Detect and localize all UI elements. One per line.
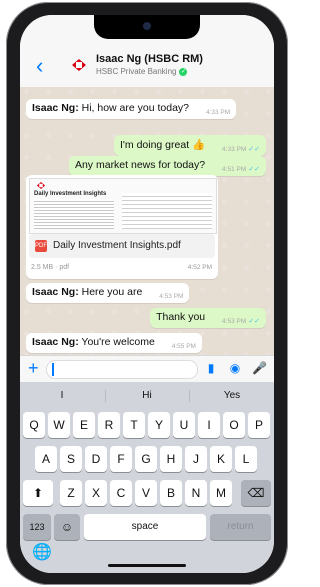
return-key[interactable]: return [210,514,271,540]
numbers-key[interactable]: 123 [23,514,51,540]
message-sender: Isaac Ng: [32,336,79,348]
key-x[interactable]: X [85,480,107,506]
message-sender: Isaac Ng: [32,102,79,114]
message-input-bar: + ▮ ◉ 🎤 [20,355,274,382]
shift-key[interactable]: ⬆ [23,480,53,506]
emoji-key[interactable]: ☺ [54,514,80,540]
key-b[interactable]: B [160,480,182,506]
backspace-key[interactable]: ⌫ [241,480,271,506]
message-sender: Isaac Ng: [32,286,79,298]
key-p[interactable]: P [248,412,270,438]
emoji-icon: ☺ [60,520,74,534]
shift-icon: ⬆ [32,486,44,500]
message-time: 4:33 PM [222,146,247,153]
key-h[interactable]: H [160,446,182,472]
key-d[interactable]: D [85,446,107,472]
key-g[interactable]: G [135,446,157,472]
suggestion-1[interactable]: I [20,386,104,406]
message-time: 4:53 PM [222,318,247,325]
message-time: 4:53 PM [159,293,184,300]
key-u[interactable]: U [173,412,195,438]
message-text: Hi, how are you today? [81,102,190,114]
pdf-file-row[interactable]: PDF Daily Investment Insights.pdf [29,234,215,258]
home-indicator [108,564,186,567]
read-ticks-icon: ✓✓ [248,146,260,153]
key-f[interactable]: F [110,446,132,472]
key-k[interactable]: K [210,446,232,472]
chat-area: Isaac Ng: Hi, how are you today? 4:33 PM… [20,87,274,355]
pdf-attachment[interactable]: Daily Investment Insights PDF Daily Inve… [26,175,218,279]
verified-badge-icon: ✓ [179,67,188,76]
message-text: I'm doing great [119,139,190,151]
sticker-icon[interactable]: ▮ [204,361,218,375]
text-caret [52,363,54,376]
key-v[interactable]: V [135,480,157,506]
message-text: Thank you [156,311,206,323]
message-bubble: Any market news for today? 4:51 PM ✓✓ [68,156,266,176]
message-time: 4:51 PM [222,166,247,173]
message-bubble: Thank you 4:53 PM ✓✓ [150,308,266,328]
space-key[interactable]: space [84,514,206,540]
key-w[interactable]: W [48,412,70,438]
plus-icon[interactable]: + [28,359,39,377]
camera [143,22,151,30]
contact-subtitle: HSBC Private Banking ✓ [96,67,188,76]
message-bubble: Isaac Ng: Here you are 4:53 PM [26,283,190,303]
key-y[interactable]: Y [148,412,170,438]
key-r[interactable]: R [98,412,120,438]
keyboard: I Hi Yes Q W E R T Y U I O P A S D F G H… [20,382,274,573]
phone-frame: ‹ Isaac Ng (HSBC RM) HSBC Private Bankin… [6,2,288,585]
read-ticks-icon: ✓✓ [248,166,260,173]
pdf-preview-table [122,193,212,229]
notch [94,15,200,39]
pdf-file-icon: PDF [35,240,47,252]
camera-icon[interactable]: ◉ [228,361,242,375]
message-time: 4:55 PM [171,343,196,350]
suggestion-2[interactable]: Hi [105,386,189,406]
key-a[interactable]: A [35,446,57,472]
phone-bezel: ‹ Isaac Ng (HSBC RM) HSBC Private Bankin… [20,15,274,573]
microphone-icon[interactable]: 🎤 [252,361,267,375]
key-q[interactable]: Q [23,412,45,438]
message-time: 4:52 PM [187,264,212,271]
suggestion-3[interactable]: Yes [190,386,274,406]
hsbc-logo-icon [36,182,46,189]
backspace-icon: ⌫ [247,486,265,500]
pdf-preview-text [34,199,114,229]
screen: ‹ Isaac Ng (HSBC RM) HSBC Private Bankin… [20,15,274,573]
message-text: Here you are [81,286,143,298]
key-z[interactable]: Z [60,480,82,506]
message-bubble: Isaac Ng: Hi, how are you today? 4:33 PM [26,99,237,119]
contact-name[interactable]: Isaac Ng (HSBC RM) [96,53,203,65]
read-ticks-icon: ✓✓ [248,318,260,325]
message-text: Any market news for today? [74,159,206,171]
key-t[interactable]: T [123,412,145,438]
chevron-left-icon[interactable]: ‹ [36,55,54,77]
message-time: 4:33 PM [205,109,231,116]
pdf-filename: Daily Investment Insights.pdf [53,240,181,251]
message-input[interactable] [46,360,198,379]
key-s[interactable]: S [60,446,82,472]
globe-icon[interactable]: 🌐 [32,542,52,562]
contact-subtitle-text: HSBC Private Banking [96,67,177,76]
key-o[interactable]: O [223,412,245,438]
key-c[interactable]: C [110,480,132,506]
key-i[interactable]: I [198,412,220,438]
pdf-preview-image[interactable]: Daily Investment Insights [29,178,217,234]
key-j[interactable]: J [185,446,207,472]
message-bubble: I'm doing great 👍 4:33 PM ✓✓ [113,135,266,156]
key-m[interactable]: M [210,480,232,506]
message-text: You're welcome [81,336,155,348]
key-e[interactable]: E [73,412,95,438]
key-l[interactable]: L [235,446,257,472]
hsbc-logo-icon [72,59,86,71]
pdf-meta: 2.5 MB · pdf [31,264,70,271]
key-n[interactable]: N [185,480,207,506]
message-bubble: Isaac Ng: You're welcome 4:55 PM [26,333,202,353]
pdf-preview-title: Daily Investment Insights [34,191,107,197]
thumbs-up-emoji-icon: 👍 [192,139,206,151]
